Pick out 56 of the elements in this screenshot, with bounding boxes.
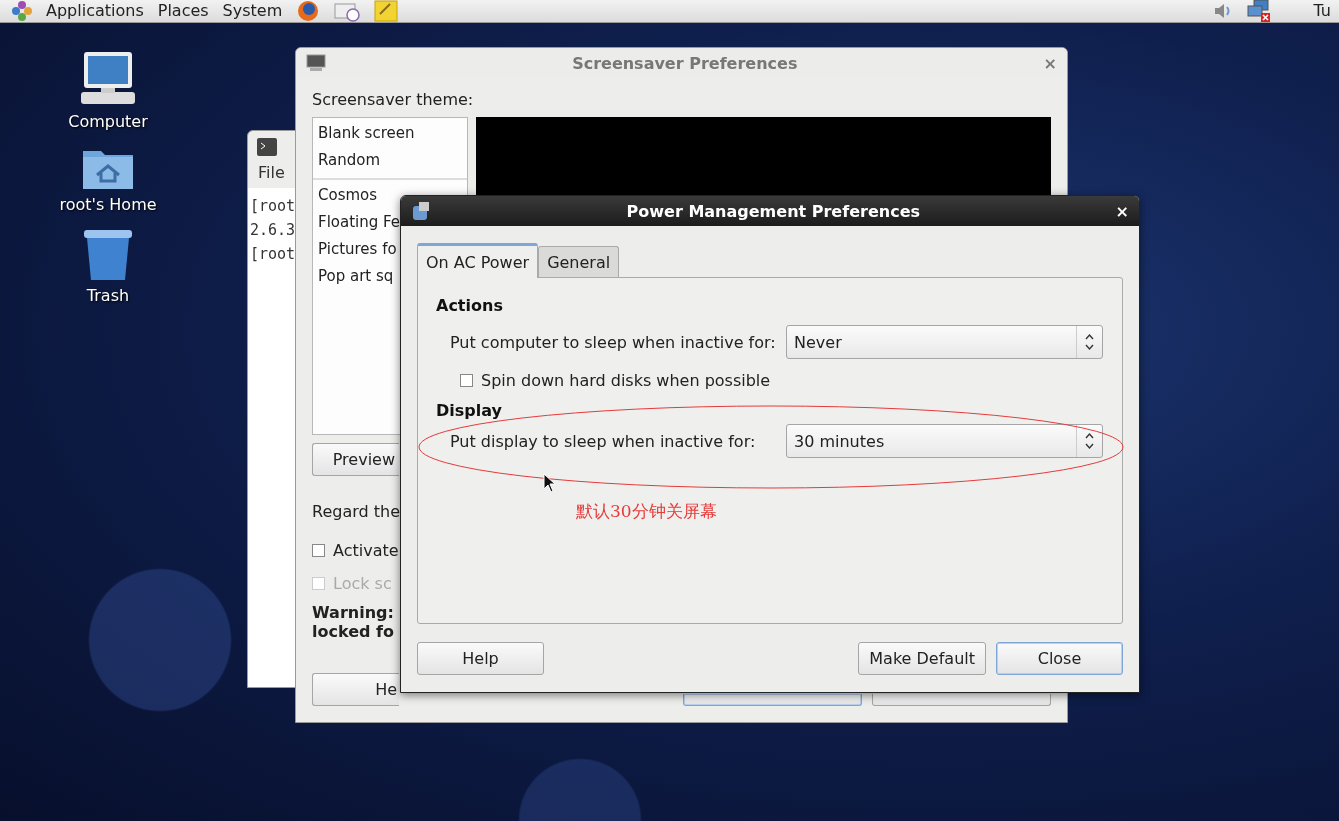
icon-label[interactable]: root's Home [59, 195, 157, 214]
icon-label[interactable]: Trash [86, 286, 130, 305]
section-heading: Actions [436, 296, 504, 315]
setting-label: Put display to sleep when inactive for: [450, 431, 757, 451]
flower-icon[interactable] [12, 1, 32, 21]
dialog-button[interactable]: Make Default [858, 642, 986, 675]
checkbox[interactable] [312, 544, 325, 557]
setting-label: Put computer to sleep when inactive for: [450, 332, 777, 352]
terminal-line: 2.6.3 [250, 220, 296, 241]
network-offline-icon[interactable] [1245, 0, 1272, 22]
annotation-text: 默认30分钟关屏幕 [576, 500, 718, 523]
window-title: Power Management Preferences [625, 201, 921, 221]
monitor-icon [306, 54, 326, 72]
trash-icon [82, 228, 134, 282]
section-heading: Display [436, 401, 503, 420]
dropdown[interactable]: Never [786, 325, 1103, 359]
cursor-icon [543, 473, 556, 493]
panel-menu[interactable]: Places [157, 1, 209, 21]
tab[interactable]: General [538, 246, 620, 277]
dropdown[interactable]: 30 minutes [786, 424, 1103, 458]
checkbox-label: Lock sc [333, 574, 392, 593]
dialog-button[interactable] [872, 694, 1051, 706]
preview-button[interactable]: Preview [312, 443, 399, 476]
theme-item[interactable]: Random [318, 147, 381, 174]
window-title: Screensaver Preferences [571, 53, 799, 73]
tab[interactable]: On AC Power [417, 243, 539, 278]
regard-text: Regard the [312, 502, 400, 521]
theme-item[interactable]: Pop art sq [318, 263, 394, 290]
panel-menu[interactable]: Applications [46, 1, 144, 21]
checkbox-label: Activate [333, 541, 399, 560]
warning-text: locked fo [312, 622, 395, 641]
terminal-icon [256, 137, 278, 157]
checkbox-label: Spin down hard disks when possible [481, 370, 771, 390]
terminal-line: [root [250, 196, 296, 217]
dialog-button[interactable]: Close [996, 642, 1123, 675]
power-plug-icon [411, 201, 431, 221]
theme-item[interactable]: Floating Fe [318, 209, 401, 236]
terminal-line: [root [250, 244, 296, 265]
firefox-icon[interactable] [296, 0, 321, 22]
checkbox[interactable] [460, 373, 473, 387]
panel-menu[interactable]: System [222, 1, 283, 21]
theme-item[interactable]: Cosmos [318, 182, 378, 209]
theme-item[interactable]: Pictures fo [318, 236, 397, 263]
icon-label[interactable]: Computer [68, 112, 148, 131]
mail-clock-icon[interactable] [334, 0, 361, 22]
help-button[interactable]: He [312, 673, 399, 706]
theme-label: Screensaver theme: [312, 90, 475, 109]
notes-icon[interactable] [374, 0, 399, 22]
clock-label[interactable]: Tu [1313, 1, 1331, 21]
help-button[interactable]: Help [417, 642, 544, 675]
menu-item[interactable]: File [258, 163, 285, 182]
theme-item[interactable]: Blank screen [318, 120, 415, 147]
close-button[interactable]: × [1115, 201, 1129, 221]
close-button[interactable]: × [1043, 53, 1057, 73]
warning-text: Warning: [312, 603, 395, 622]
dialog-button[interactable] [683, 694, 862, 706]
